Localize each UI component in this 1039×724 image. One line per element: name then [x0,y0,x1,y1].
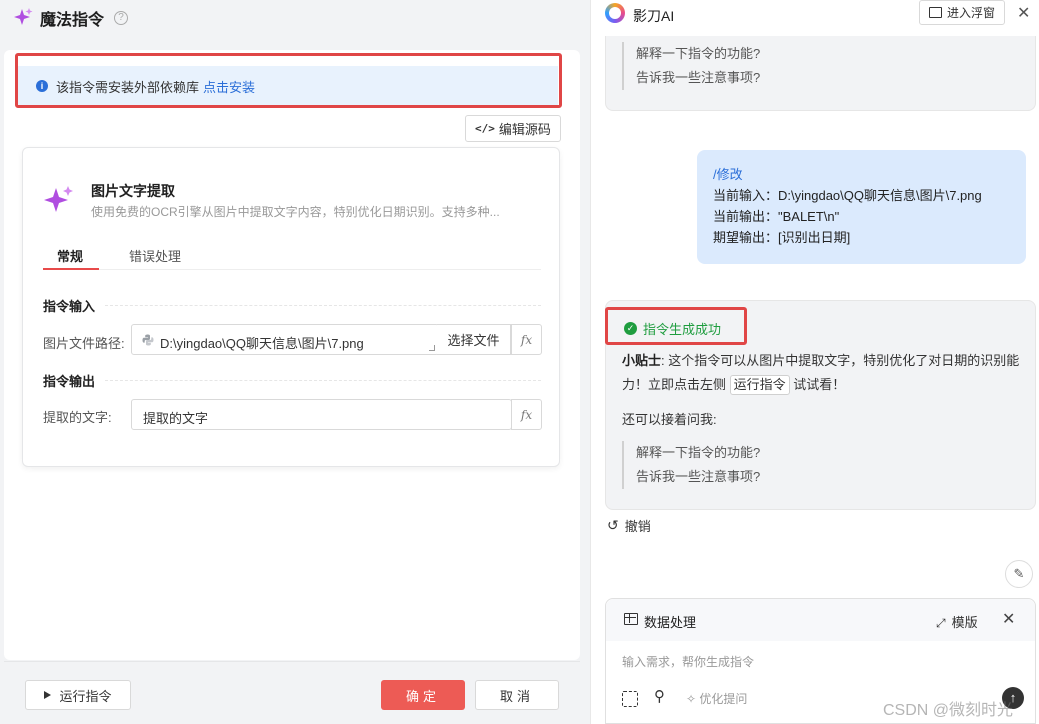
fx-button[interactable]: fx [511,399,542,430]
suggestion-item[interactable]: 告诉我一些注意事项? [636,465,760,489]
close-icon[interactable]: ✕ [1017,3,1030,23]
confirm-button[interactable]: 确定 [381,680,465,710]
sparkle-icon [44,186,73,212]
table-icon [624,613,638,625]
screenshot-icon[interactable] [622,691,638,707]
undo-icon: ↺ [607,517,619,533]
section-output-title: 指令输出 [43,374,96,389]
suggestion-item[interactable]: 解释一下指令的功能? [636,441,760,465]
template-label: 模版 [951,615,978,630]
close-icon[interactable]: ✕ [1002,609,1015,629]
suggestion-item[interactable]: 告诉我一些注意事项? [636,66,760,90]
tip-label: 小贴士 [622,353,662,368]
resize-handle-icon[interactable] [429,345,435,351]
extracted-text-field[interactable]: 提取的文字 [131,399,512,430]
run-command-button[interactable]: 运行指令 [25,680,131,710]
follow-up-prompt: 还可以接着问我: [622,412,717,427]
assistant-title: 影刀AI [633,8,675,24]
assistant-message: 解释一下指令的功能? 告诉我一些注意事项? [605,36,1036,111]
image-path-label: 图片文件路径: [43,336,125,351]
template-button[interactable]: ⤢ 模版 [936,612,978,631]
extracted-text-value: 提取的文字 [143,411,209,426]
window-icon [928,7,942,18]
run-command-label: 运行指令 [59,688,112,704]
divider [105,305,541,306]
message-line: 期望输出：[识别出日期] [713,230,851,245]
optimize-question-button[interactable]: ✧ 优化提问 [686,690,747,707]
optimize-label: 优化提问 [699,692,748,706]
pane-header: 魔法指令 ? [0,0,590,36]
fx-button[interactable]: fx [511,324,542,355]
highlight-box [15,53,562,108]
suggestion-list: 解释一下指令的功能? 告诉我一些注意事项? [622,42,760,90]
input-panel-header: 数据处理 ⤢ 模版 ✕ [606,599,1035,641]
ai-logo-icon [605,3,625,23]
edit-source-button[interactable]: </> 编辑源码 [465,115,561,142]
suggestion-item[interactable]: 解释一下指令的功能? [636,42,760,66]
python-icon [142,334,154,346]
panel-title: 数据处理 [644,615,697,630]
suggestion-list: 解释一下指令的功能? 告诉我一些注意事项? [622,441,760,489]
code-icon: </> [475,122,495,135]
watermark: CSDN @微刻时光 [883,702,1014,719]
highlight-box [605,307,747,345]
magic-command-pane: 魔法指令 ? i 该指令需安装外部依赖库 点击安装 </> 编辑源码 图片文字提… [0,0,590,724]
footer-divider [4,661,580,662]
run-command-tag[interactable]: 运行指令 [729,375,790,395]
help-icon[interactable]: ? [114,11,129,25]
image-path-field[interactable]: D:\yingdao\QQ聊天信息\图片\7.png [131,324,439,355]
prompt-input[interactable] [622,655,1018,669]
tab-general[interactable]: 常规 [57,246,83,270]
tip-text: 小贴士: 这个指令可以从图片中提取文字，特别优化了对日期的识别能力！立即点击左侧… [622,349,1022,397]
float-window-label: 进入浮窗 [946,6,995,20]
edit-source-label: 编辑源码 [498,122,551,137]
user-message: /修改 当前输入：D:\yingdao\QQ聊天信息\图片\7.png 当前输出… [697,150,1026,264]
ai-assistant-pane: 影刀AI 进入浮窗 ✕ 解释一下指令的功能? 告诉我一些注意事项? /修改 当前… [590,0,1039,724]
command-description: 使用免费的OCR引擎从图片中提取文字内容，特别优化日期识别。支持多种... [91,205,500,219]
cancel-button[interactable]: 取消 [475,680,559,710]
tip-body-end: 试试看！ [793,377,846,392]
expand-icon: ⤢ [936,616,946,630]
undo-label: 撤销 [624,519,651,534]
command-name: 图片文字提取 [91,183,175,199]
tab-error-handling[interactable]: 错误处理 [129,246,181,270]
active-tab-indicator [43,268,99,270]
attachment-icon[interactable]: ⚲ [654,687,665,705]
undo-button[interactable]: ↺ 撤销 [607,516,651,535]
extracted-text-label: 提取的文字: [43,410,112,425]
sparkle-icon [14,8,33,25]
play-icon [44,691,52,699]
command-card: 图片文字提取 使用免费的OCR引擎从图片中提取文字内容，特别优化日期识别。支持多… [22,147,560,467]
divider [105,380,541,381]
image-path-value: D:\yingdao\QQ聊天信息\图片\7.png [160,336,364,351]
float-window-button[interactable]: 进入浮窗 [919,0,1005,25]
message-line: 当前输入：D:\yingdao\QQ聊天信息\图片\7.png [713,188,982,203]
page-title: 魔法指令 [40,12,105,29]
clear-brush-icon[interactable]: ✎ [1005,560,1033,588]
slash-command: /修改 [713,167,743,182]
section-input-title: 指令输入 [43,299,96,314]
message-line: 当前输出："BALET\n" [713,209,840,224]
choose-file-button[interactable]: 选择文件 [437,324,511,355]
tab-bar: 常规 错误处理 [43,246,541,270]
